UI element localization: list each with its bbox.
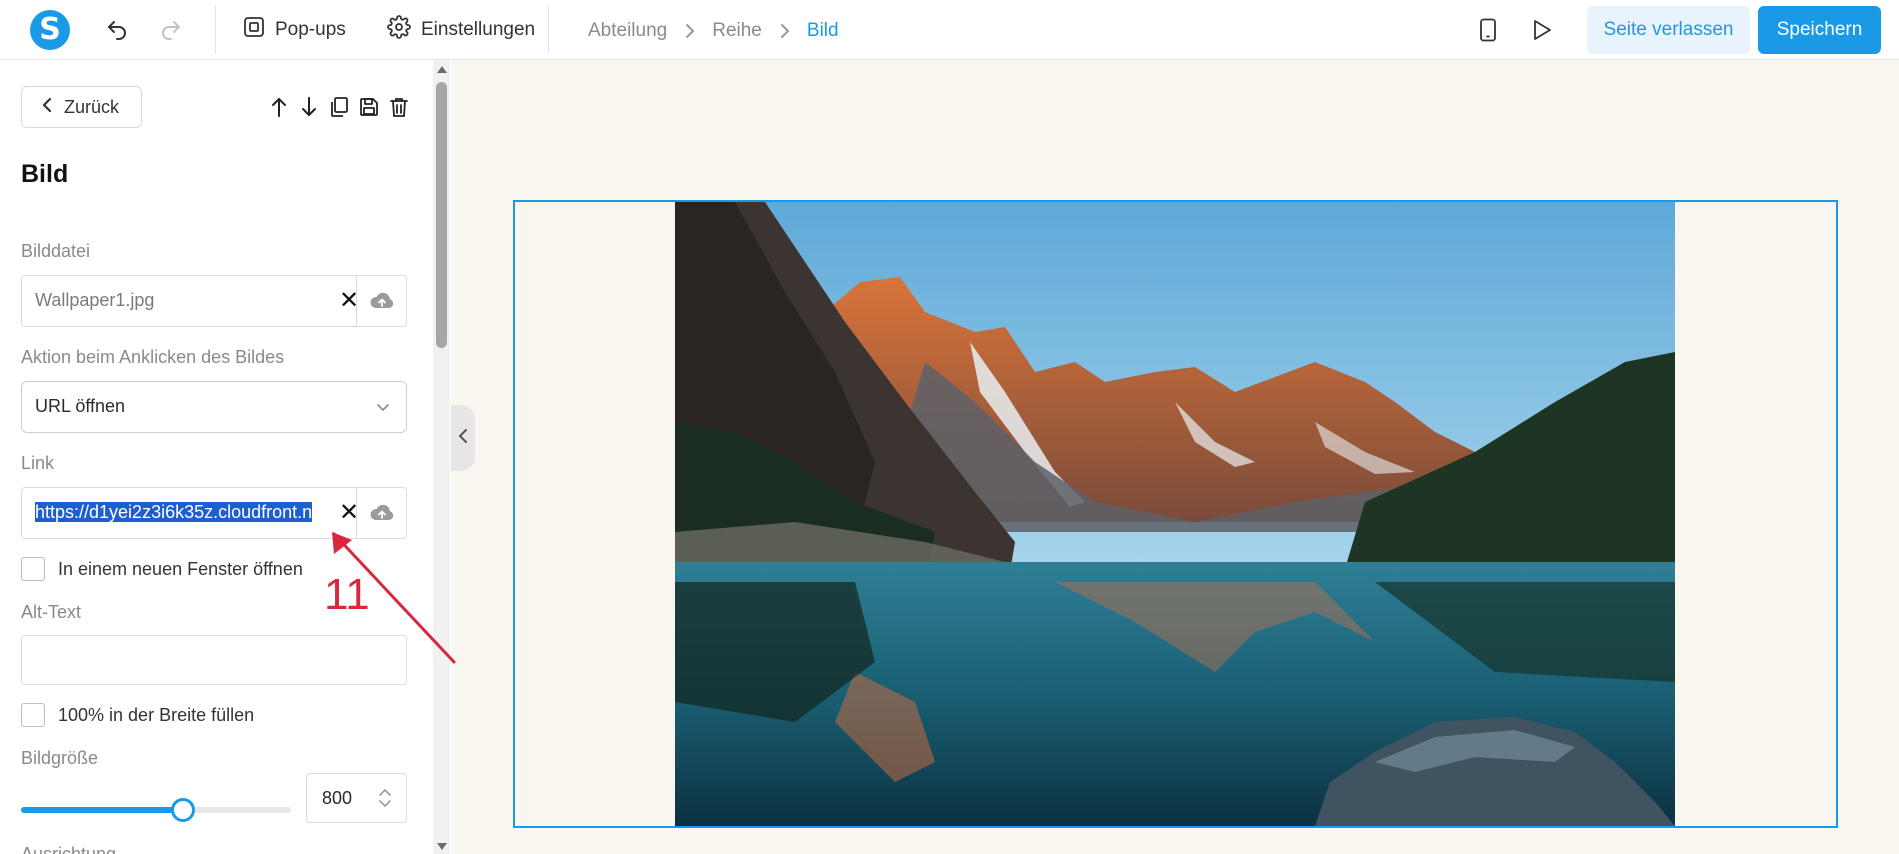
top-toolbar: S Pop-ups Einstellungen Abteilung Reihe … — [0, 0, 1899, 60]
stepper-arrows-icon[interactable] — [378, 786, 392, 815]
undo-icon[interactable] — [103, 16, 131, 44]
full-width-option[interactable]: 100% in der Breite füllen — [21, 703, 254, 727]
collapse-sidebar-button[interactable] — [451, 405, 475, 471]
chevron-right-icon — [685, 23, 695, 39]
image-size-input[interactable]: 800 — [306, 773, 407, 823]
new-window-option[interactable]: In einem neuen Fenster öffnen — [21, 557, 303, 581]
redo-icon[interactable] — [157, 16, 185, 44]
full-width-checkbox[interactable] — [21, 703, 45, 727]
image-file-label: Bilddatei — [21, 241, 91, 261]
gear-icon — [387, 15, 411, 45]
link-label: Link — [21, 453, 55, 473]
mobile-preview-icon[interactable] — [1474, 16, 1502, 44]
panel-title: Bild — [21, 160, 69, 188]
slider-thumb[interactable] — [171, 798, 195, 822]
toolbar-divider — [548, 6, 549, 54]
move-down-icon[interactable] — [298, 95, 320, 119]
popups-label: Pop-ups — [275, 19, 346, 40]
slider-fill — [21, 807, 183, 813]
scroll-down-arrow[interactable] — [437, 843, 447, 850]
save-block-icon[interactable] — [358, 95, 380, 119]
annotation-number: 11 — [324, 570, 370, 619]
chevron-left-icon — [42, 97, 52, 118]
breadcrumb-item-reihe[interactable]: Reihe — [712, 20, 762, 42]
back-button[interactable]: Zurück — [21, 86, 142, 128]
properties-sidebar: Zurück Bild Bilddatei Wallpaper1.jpg ✕ A… — [0, 60, 450, 854]
settings-button[interactable]: Einstellungen — [387, 14, 535, 46]
alignment-label: Ausrichtung — [21, 844, 117, 854]
breadcrumb-item-bild[interactable]: Bild — [807, 20, 839, 42]
full-width-label: 100% in der Breite füllen — [58, 704, 255, 725]
alt-text-label: Alt-Text — [21, 602, 82, 622]
new-window-label: In einem neuen Fenster öffnen — [58, 558, 303, 579]
save-button[interactable]: Speichern — [1758, 6, 1881, 54]
chevron-left-icon — [458, 428, 468, 449]
toolbar-divider — [215, 6, 216, 54]
image-size-slider[interactable] — [21, 797, 291, 823]
upload-cloud-icon[interactable] — [356, 276, 406, 326]
leave-page-button[interactable]: Seite verlassen — [1587, 6, 1750, 54]
image-file-value: Wallpaper1.jpg — [35, 290, 155, 310]
link-value: https://d1yei2z3i6k35z.cloudfront.n — [35, 502, 313, 522]
trash-icon[interactable] — [388, 95, 410, 119]
image-file-field[interactable]: Wallpaper1.jpg ✕ — [21, 275, 407, 327]
back-label: Zurück — [64, 96, 120, 117]
new-window-checkbox[interactable] — [21, 557, 45, 581]
move-up-icon[interactable] — [268, 95, 290, 119]
element-tools — [268, 95, 410, 119]
sidebar-scrollbar[interactable] — [433, 60, 450, 854]
click-action-label: Aktion beim Anklicken des Bildes — [21, 347, 285, 367]
scroll-up-arrow[interactable] — [437, 66, 447, 73]
chevron-down-icon — [376, 399, 390, 417]
image-size-label: Bildgröße — [21, 748, 99, 768]
landscape-image[interactable] — [675, 202, 1675, 826]
breadcrumb-item-abteilung[interactable]: Abteilung — [588, 20, 667, 42]
breadcrumb: Abteilung Reihe Bild — [588, 18, 839, 44]
play-preview-icon[interactable] — [1528, 16, 1556, 44]
popups-button[interactable]: Pop-ups — [243, 14, 346, 46]
app-logo[interactable]: S — [30, 10, 70, 50]
click-action-value: URL öffnen — [35, 396, 126, 416]
popup-icon — [243, 16, 265, 44]
click-action-select[interactable]: URL öffnen — [21, 381, 407, 433]
chevron-right-icon — [780, 23, 790, 39]
settings-label: Einstellungen — [421, 19, 536, 40]
duplicate-icon[interactable] — [328, 95, 350, 119]
image-size-value: 800 — [322, 788, 353, 808]
scroll-thumb[interactable] — [436, 82, 447, 348]
